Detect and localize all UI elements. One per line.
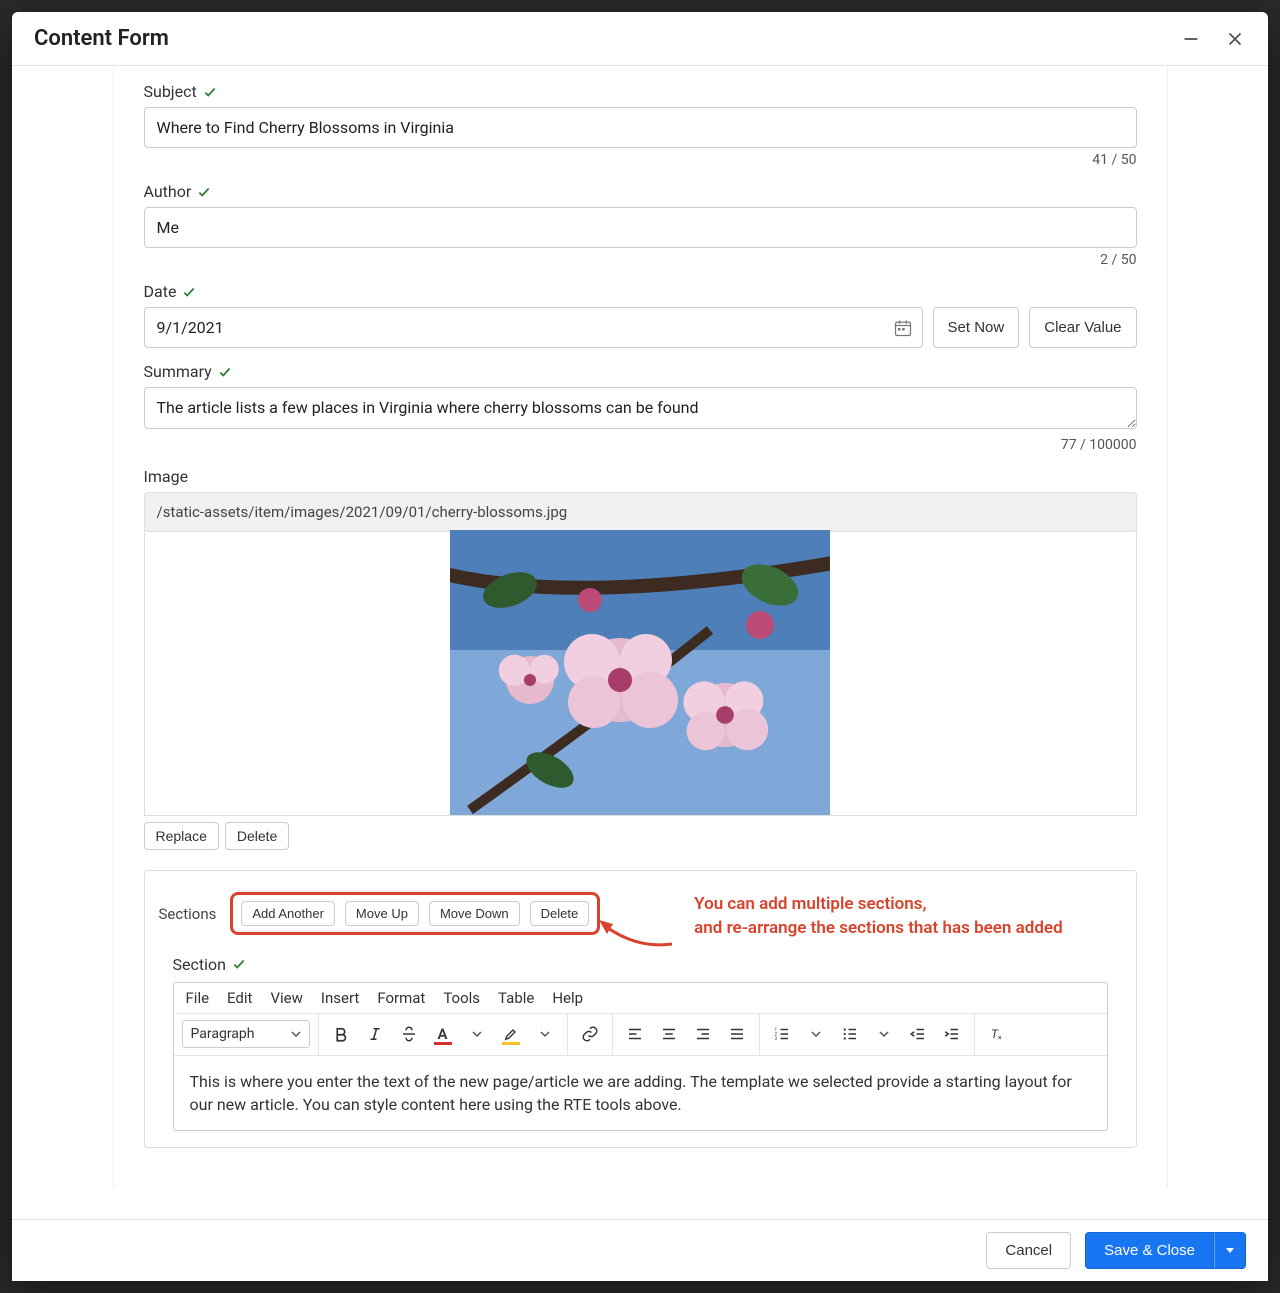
- rte-content[interactable]: This is where you enter the text of the …: [174, 1056, 1107, 1130]
- modal-footer: Cancel Save & Close: [12, 1219, 1268, 1281]
- rte-menu-insert[interactable]: Insert: [321, 989, 359, 1007]
- block-style-select[interactable]: Paragraph: [182, 1020, 310, 1048]
- add-another-button[interactable]: Add Another: [241, 901, 335, 926]
- check-icon: [197, 185, 211, 199]
- rte-menu-help[interactable]: Help: [552, 989, 583, 1007]
- rte-menu-file[interactable]: File: [186, 989, 210, 1007]
- annotation-text: You can add multiple sections, and re-ar…: [694, 893, 1062, 941]
- section-label: Section: [173, 955, 226, 974]
- check-icon: [182, 285, 196, 299]
- set-now-button[interactable]: Set Now: [933, 307, 1020, 348]
- author-input[interactable]: [144, 207, 1137, 248]
- align-justify-icon[interactable]: [723, 1020, 751, 1048]
- date-field: Date Set Now Cl: [144, 282, 1137, 348]
- sections-group-label: Sections: [159, 905, 217, 923]
- subject-label: Subject: [144, 82, 197, 101]
- highlight-color-dropdown[interactable]: [531, 1020, 559, 1048]
- cherry-blossoms-image: [450, 530, 830, 815]
- align-center-icon[interactable]: [655, 1020, 683, 1048]
- chevron-down-icon: [291, 1029, 301, 1039]
- italic-icon[interactable]: [361, 1020, 389, 1048]
- block-style-label: Paragraph: [191, 1026, 255, 1042]
- rte-menu-table[interactable]: Table: [498, 989, 534, 1007]
- annotation-arrow-icon: [597, 914, 677, 954]
- indent-icon[interactable]: [938, 1020, 966, 1048]
- numbered-list-dropdown[interactable]: [802, 1020, 830, 1048]
- subject-input[interactable]: [144, 107, 1137, 148]
- section-delete-button[interactable]: Delete: [530, 901, 590, 926]
- modal-body: Subject 41 / 50 Author 2 / 50 Date: [12, 66, 1268, 1219]
- image-preview-box: [144, 530, 1137, 816]
- rte-menu-format[interactable]: Format: [377, 989, 425, 1007]
- clear-formatting-icon[interactable]: T×: [983, 1020, 1011, 1048]
- strikethrough-icon[interactable]: [395, 1020, 423, 1048]
- align-right-icon[interactable]: [689, 1020, 717, 1048]
- caret-down-icon: [1225, 1245, 1235, 1255]
- rte-menu-view[interactable]: View: [270, 989, 302, 1007]
- image-label: Image: [144, 467, 189, 486]
- save-close-button[interactable]: Save & Close: [1085, 1232, 1214, 1269]
- svg-text:3: 3: [774, 1036, 777, 1042]
- align-left-icon[interactable]: [621, 1020, 649, 1048]
- bullet-list-dropdown[interactable]: [870, 1020, 898, 1048]
- rte-editor: File Edit View Insert Format Tools Table…: [173, 982, 1108, 1131]
- move-up-button[interactable]: Move Up: [345, 901, 419, 926]
- bullet-list-icon[interactable]: [836, 1020, 864, 1048]
- numbered-list-icon[interactable]: 123: [768, 1020, 796, 1048]
- summary-label: Summary: [144, 362, 212, 381]
- annotation-line1: You can add multiple sections,: [694, 893, 1062, 917]
- image-path: /static-assets/item/images/2021/09/01/ch…: [144, 492, 1137, 532]
- image-preview: [450, 530, 830, 815]
- image-delete-button[interactable]: Delete: [225, 822, 289, 850]
- section-buttons-highlighted: Add Another Move Up Move Down Delete: [230, 892, 600, 935]
- calendar-icon[interactable]: [893, 318, 913, 338]
- svg-text:×: ×: [997, 1033, 1001, 1042]
- check-icon: [203, 85, 217, 99]
- text-color-dropdown[interactable]: [463, 1020, 491, 1048]
- subject-field: Subject 41 / 50: [144, 82, 1137, 168]
- outdent-icon[interactable]: [904, 1020, 932, 1048]
- subject-counter: 41 / 50: [144, 152, 1137, 168]
- rte-toolbar: Paragraph A: [174, 1014, 1107, 1056]
- summary-input[interactable]: The article lists a few places in Virgin…: [144, 387, 1137, 429]
- minimize-icon[interactable]: [1180, 28, 1202, 50]
- image-field: Image /static-assets/item/images/2021/09…: [144, 467, 1137, 850]
- close-icon[interactable]: [1224, 28, 1246, 50]
- modal-title: Content Form: [34, 26, 169, 51]
- author-label: Author: [144, 182, 192, 201]
- save-button-group: Save & Close: [1085, 1232, 1246, 1269]
- form-panel: Subject 41 / 50 Author 2 / 50 Date: [113, 66, 1168, 1188]
- move-down-button[interactable]: Move Down: [429, 901, 520, 926]
- author-field: Author 2 / 50: [144, 182, 1137, 268]
- content-form-modal: Content Form Subject 41 / 50 Author: [12, 12, 1268, 1281]
- summary-field: Summary The article lists a few places i…: [144, 362, 1137, 453]
- clear-value-button[interactable]: Clear Value: [1029, 307, 1136, 348]
- rte-menu-tools[interactable]: Tools: [443, 989, 480, 1007]
- highlight-color-icon[interactable]: [497, 1020, 525, 1048]
- summary-counter: 77 / 100000: [144, 437, 1137, 453]
- rte-menu-edit[interactable]: Edit: [227, 989, 252, 1007]
- check-icon: [232, 957, 246, 971]
- modal-header: Content Form: [12, 12, 1268, 66]
- check-icon: [218, 365, 232, 379]
- date-input[interactable]: [144, 307, 923, 348]
- image-replace-button[interactable]: Replace: [144, 822, 219, 850]
- annotation-line2: and re-arrange the sections that has bee…: [694, 917, 1062, 941]
- sections-group: Sections Add Another Move Up Move Down D…: [144, 870, 1137, 1148]
- cancel-button[interactable]: Cancel: [986, 1232, 1071, 1269]
- bold-icon[interactable]: [327, 1020, 355, 1048]
- text-color-icon[interactable]: A: [429, 1020, 457, 1048]
- author-counter: 2 / 50: [144, 252, 1137, 268]
- section-item: Section File Edit View Insert Format Too…: [173, 955, 1108, 1131]
- rte-menubar: File Edit View Insert Format Tools Table…: [174, 983, 1107, 1014]
- save-dropdown-button[interactable]: [1214, 1232, 1246, 1269]
- link-icon[interactable]: [576, 1020, 604, 1048]
- date-label: Date: [144, 282, 177, 301]
